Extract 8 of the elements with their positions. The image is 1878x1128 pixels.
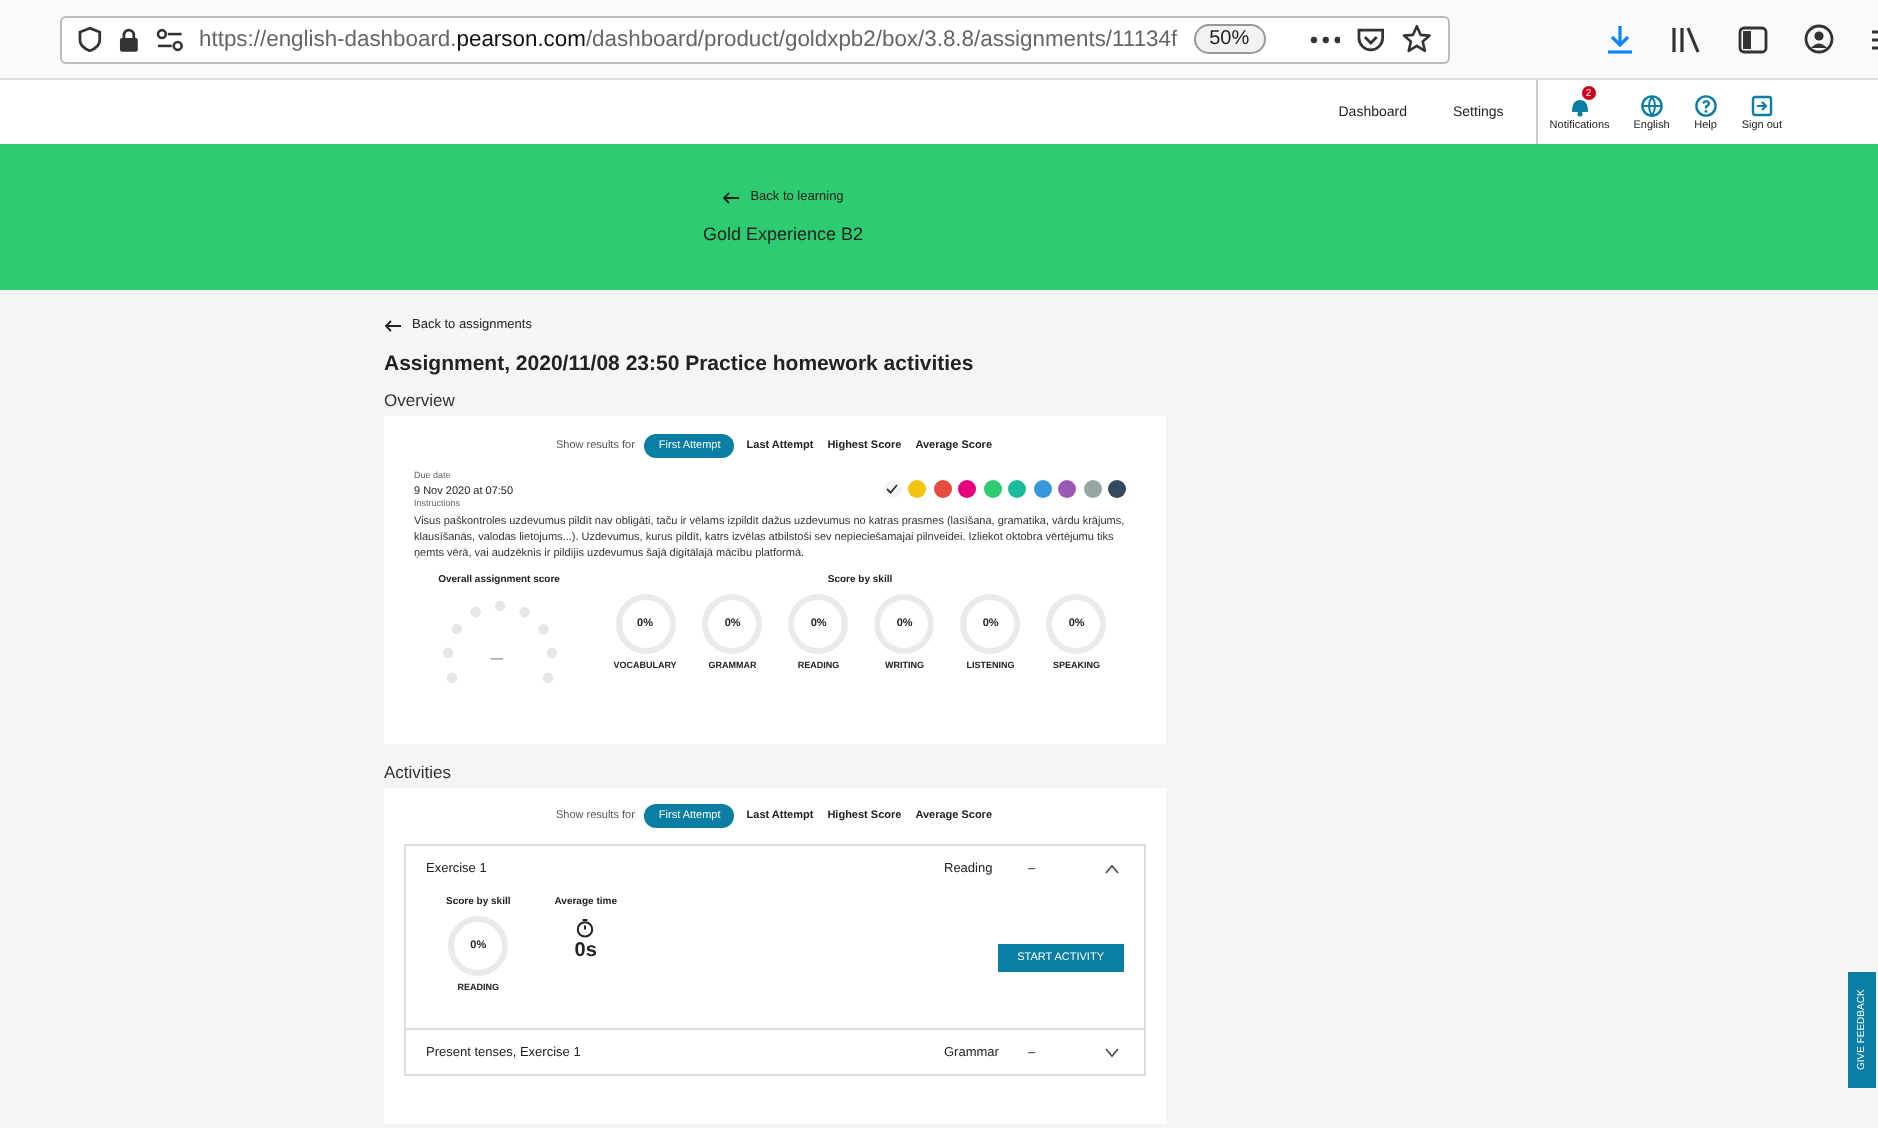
assignment-title: Assignment, 2020/11/08 23:50 Practice homework activities [384,352,976,376]
section-heading: Overview [384,390,457,410]
course-title: Gold Experience B2 [702,224,864,244]
address-bar[interactable]: https://english-dashboard.pearson.com/dashboard/product/goldxpb2/box/3.8.8/assignments/11134f 50% [60,15,1450,63]
section-heading: Activities [384,762,454,782]
zoom-badge[interactable]: 50% [1193,24,1266,54]
average-time-value: 0s [574,940,597,962]
url-text: https://english-dashboard.pearson.com/dashboard/product/goldxpb2/box/3.8.8/assignments/11134f [199,27,1178,51]
